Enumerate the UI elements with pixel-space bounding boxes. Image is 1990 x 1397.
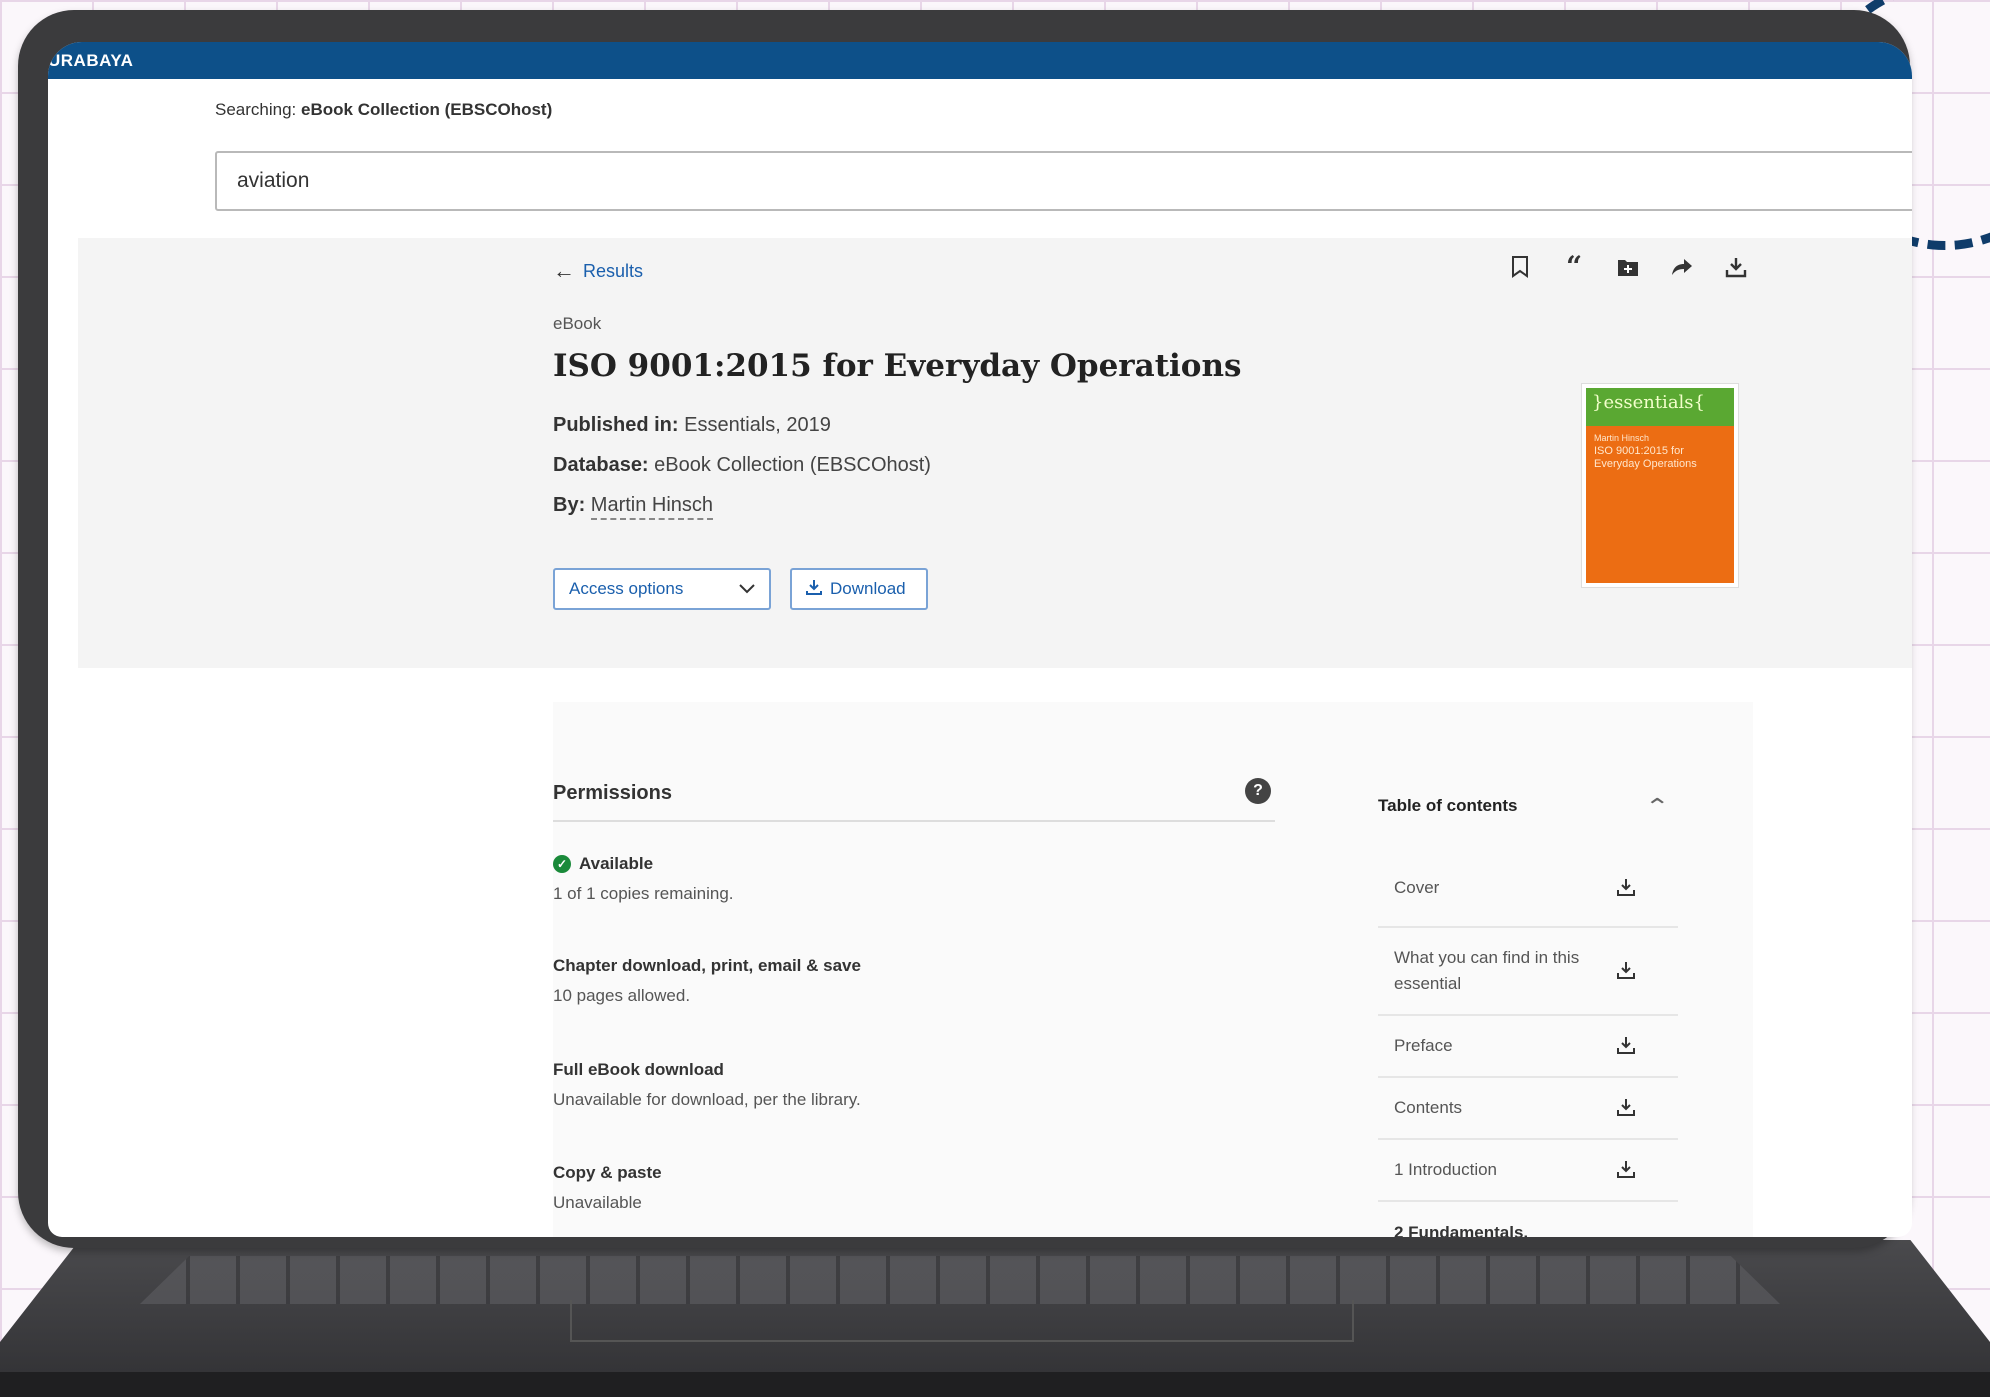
author-info: By: Martin Hinsch [553,494,714,520]
download-label: Download [830,579,906,598]
toc-item[interactable]: 1 Introduction [1378,1140,1678,1202]
cover-series: }essentials{ [1586,388,1734,426]
permission-desc: Unavailable [553,1193,642,1212]
permission-label: Available [579,854,654,873]
chevron-up-icon[interactable]: ⌃ [1644,794,1670,820]
toc-list: Cover What you can find in this essentia… [1378,850,1678,1237]
permission-item: Chapter download, print, email & save 10… [553,956,861,1006]
results-back-link[interactable]: ← Results [553,258,643,284]
access-options-button[interactable]: Access options [553,568,771,610]
search-input[interactable] [215,151,1912,211]
laptop-touchpad [570,1300,1354,1342]
cover-title: ISO 9001:2015 for Everyday Operations [1594,445,1697,470]
access-options-label: Access options [569,579,684,598]
book-cover[interactable]: }essentials{ Martin Hinsch ISO 9001:2015… [1581,383,1739,588]
folder-add-icon[interactable] [1616,255,1640,279]
quote-icon[interactable]: “ [1562,253,1586,281]
toc-item[interactable]: Cover [1378,850,1678,928]
published-label: Published in: [553,414,679,436]
cover-author: Martin Hinsch [1594,433,1650,443]
toc-item-label: Preface [1394,1036,1453,1055]
download-icon[interactable] [1616,877,1638,899]
download-icon [806,579,822,600]
top-bar: URABAYA [48,42,1912,79]
download-icon[interactable] [1616,1159,1638,1181]
toc-item-label: Contents [1394,1098,1463,1117]
toc-item-label: Cover [1394,878,1440,897]
download-icon[interactable] [1724,255,1748,279]
cover-image: }essentials{ Martin Hinsch ISO 9001:2015… [1586,388,1734,583]
brand-label: URABAYA [48,51,134,70]
published-in: Published in: Essentials, 2019 [553,414,831,437]
record-toolbar: “ [1508,253,1748,281]
searching-database: eBook Collection (EBSCOhost) [301,100,553,119]
toc-item[interactable]: Contents [1378,1078,1678,1140]
laptop-base-edge [0,1372,1990,1397]
database-info: Database: eBook Collection (EBSCOhost) [553,454,931,477]
searching-line: Searching: eBook Collection (EBSCOhost) [215,100,552,120]
bookmark-icon[interactable] [1508,255,1532,279]
permission-item: ✓ Available 1 of 1 copies remaining. [553,854,734,904]
download-icon[interactable] [1616,960,1638,982]
permissions-divider [553,820,1275,822]
permission-desc: 10 pages allowed. [553,986,691,1005]
database-label: Database: [553,454,649,476]
download-icon[interactable] [1616,1097,1638,1119]
permission-label: Full eBook download [553,1060,724,1079]
toc-item[interactable]: Preface [1378,1016,1678,1078]
record-type: eBook [553,314,602,333]
database-value: eBook Collection (EBSCOhost) [654,454,931,476]
cover-text: Martin Hinsch ISO 9001:2015 for Everyday… [1586,426,1734,477]
permission-item: Full eBook download Unavailable for down… [553,1060,861,1110]
permission-desc: 1 of 1 copies remaining. [553,884,734,903]
arrow-left-icon: ← [553,258,575,283]
laptop-screen: URABAYA Searching: eBook Collection (EBS… [48,42,1912,1237]
download-button[interactable]: Download [790,568,928,610]
toc-item-label: 2 Fundamentals, [1394,1223,1529,1237]
help-icon[interactable]: ? [1245,778,1271,804]
permission-label: Chapter download, print, email & save [553,956,861,975]
searching-label: Searching: [215,100,297,119]
permission-desc: Unavailable for download, per the librar… [553,1090,861,1109]
author-link[interactable]: Martin Hinsch [590,494,714,520]
toc-item[interactable]: 2 Fundamentals, [1378,1202,1678,1237]
permissions-title: Permissions [553,782,672,804]
results-link-label: Results [583,260,644,281]
published-value: Essentials, 2019 [684,414,831,436]
permission-label: Copy & paste [553,1163,662,1182]
by-label: By: [553,494,586,516]
toc-item-label: What you can find in this essential [1394,948,1580,993]
laptop-lid: URABAYA Searching: eBook Collection (EBS… [18,10,1912,1248]
record-title: ISO 9001:2015 for Everyday Operations [553,348,1242,384]
toc-item[interactable]: What you can find in this essential [1378,928,1678,1016]
toc-title: Table of contents [1378,796,1518,815]
share-icon[interactable] [1670,255,1694,279]
toc-item-label: 1 Introduction [1394,1160,1498,1179]
download-icon[interactable] [1616,1035,1638,1057]
check-circle-icon: ✓ [553,855,571,873]
permission-item: Copy & paste Unavailable [553,1163,662,1213]
chevron-down-icon [739,579,755,599]
laptop-keyboard [140,1256,1780,1304]
